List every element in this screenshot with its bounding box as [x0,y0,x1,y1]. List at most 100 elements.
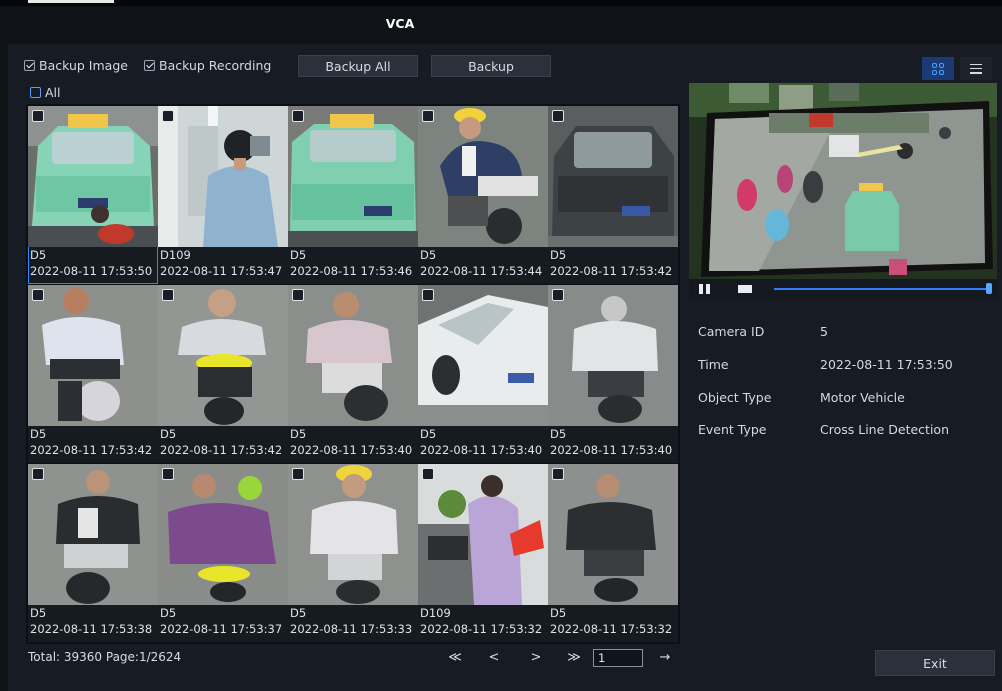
snapshot-image [418,464,548,605]
exit-button[interactable]: Exit [875,650,995,676]
last-page-button[interactable]: ≫ [562,648,586,668]
result-thumbnail[interactable]: D5 2022-08-11 17:53:50 [28,106,158,284]
player-controls [689,279,997,299]
prev-page-button[interactable]: < [484,648,504,668]
thumbnail-time: 2022-08-11 17:53:40 [550,443,673,457]
thumbnail-checkbox[interactable] [292,468,304,480]
backup-button[interactable]: Backup [431,55,551,77]
snapshot-image [158,285,288,426]
result-thumbnail[interactable]: D5 2022-08-11 17:53:37 [158,464,288,642]
result-thumbnail[interactable]: D5 2022-08-11 17:53:40 [418,285,548,463]
results-summary: Total: 39360 Page:1/2624 [28,650,182,664]
select-all-option[interactable]: All [30,85,61,100]
result-thumbnail[interactable]: D5 2022-08-11 17:53:42 [28,285,158,463]
thumbnail-time: 2022-08-11 17:53:32 [550,622,673,636]
thumbnail-camera: D5 [160,427,177,441]
thumbnail-checkbox[interactable] [162,110,174,122]
first-page-button[interactable]: ≪ [443,648,467,668]
result-thumbnail[interactable]: D5 2022-08-11 17:53:40 [548,285,678,463]
thumbnail-time: 2022-08-11 17:53:33 [290,622,413,636]
thumbnail-time: 2022-08-11 17:53:42 [160,443,283,457]
thumbnail-time: 2022-08-11 17:53:42 [550,264,673,278]
result-thumbnail[interactable]: D109 2022-08-11 17:53:47 [158,106,288,284]
thumbnail-checkbox[interactable] [422,110,434,122]
thumbnail-time: 2022-08-11 17:53:47 [160,264,283,278]
thumbnail-checkbox[interactable] [422,468,434,480]
thumbnail-checkbox[interactable] [552,468,564,480]
thumbnail-camera: D5 [290,606,307,620]
thumbnail-checkbox[interactable] [292,110,304,122]
list-view-icon [970,63,982,74]
result-thumbnail[interactable]: D5 2022-08-11 17:53:42 [548,106,678,284]
backup-image-checkbox[interactable] [24,60,35,71]
select-all-checkbox[interactable] [30,87,41,98]
thumbnail-time: 2022-08-11 17:53:50 [30,264,153,278]
results-grid: D5 2022-08-11 17:53:50 D109 2022-08-11 1… [26,104,680,644]
detail-value: Cross Line Detection [820,422,949,437]
result-thumbnail[interactable]: D5 2022-08-11 17:53:46 [288,106,418,284]
backup-all-button[interactable]: Backup All [298,55,418,77]
thumbnail-time: 2022-08-11 17:53:40 [420,443,543,457]
thumbnail-checkbox[interactable] [162,289,174,301]
page-number-input[interactable] [593,649,643,667]
detail-label: Time [698,357,729,372]
snapshot-image [28,464,158,605]
progress-handle[interactable] [986,283,992,294]
thumbnail-camera: D5 [550,248,567,262]
grid-view-button[interactable] [922,57,954,80]
detail-label: Object Type [698,390,772,405]
snapshot-image [288,106,418,247]
thumbnail-checkbox[interactable] [32,110,44,122]
result-thumbnail[interactable]: D109 2022-08-11 17:53:32 [418,464,548,642]
detail-label: Camera ID [698,324,765,339]
next-page-button[interactable]: > [526,648,546,668]
result-thumbnail[interactable]: D5 2022-08-11 17:53:40 [288,285,418,463]
backup-recording-option[interactable]: Backup Recording [144,58,271,73]
backup-recording-checkbox[interactable] [144,60,155,71]
snapshot-image [158,464,288,605]
thumbnail-checkbox[interactable] [552,110,564,122]
pause-icon[interactable] [699,284,711,294]
thumbnail-camera: D109 [160,248,191,262]
result-thumbnail[interactable]: D5 2022-08-11 17:53:38 [28,464,158,642]
snapshot-image [28,106,158,247]
select-all-label: All [45,85,61,100]
detail-value: 2022-08-11 17:53:50 [820,357,953,372]
playback-progress[interactable] [774,288,989,290]
detail-value: 5 [820,324,828,339]
thumbnail-camera: D5 [30,606,47,620]
result-thumbnail[interactable]: D5 2022-08-11 17:53:42 [158,285,288,463]
thumbnail-camera: D5 [290,248,307,262]
thumbnail-checkbox[interactable] [162,468,174,480]
thumbnail-checkbox[interactable] [552,289,564,301]
thumbnail-checkbox[interactable] [32,289,44,301]
thumbnail-time: 2022-08-11 17:53:38 [30,622,153,636]
playback-video[interactable] [689,83,997,279]
thumbnail-camera: D5 [160,606,177,620]
top-accent-bar [28,0,114,3]
thumbnail-checkbox[interactable] [422,289,434,301]
thumbnail-checkbox[interactable] [32,468,44,480]
stop-icon[interactable] [738,285,752,293]
result-thumbnail[interactable]: D5 2022-08-11 17:53:44 [418,106,548,284]
result-thumbnail[interactable]: D5 2022-08-11 17:53:33 [288,464,418,642]
snapshot-image [28,285,158,426]
go-page-button[interactable]: → [653,648,677,668]
thumbnail-checkbox[interactable] [292,289,304,301]
result-thumbnail[interactable]: D5 2022-08-11 17:53:32 [548,464,678,642]
thumbnail-camera: D5 [550,606,567,620]
snapshot-image [158,106,288,247]
thumbnail-time: 2022-08-11 17:53:40 [290,443,413,457]
detail-value: Motor Vehicle [820,390,905,405]
list-view-button[interactable] [960,57,992,80]
backup-image-label: Backup Image [39,58,128,73]
thumbnail-camera: D5 [30,248,47,262]
backup-image-option[interactable]: Backup Image [24,58,128,73]
window-title: VCA [385,16,415,31]
thumbnail-camera: D5 [550,427,567,441]
thumbnail-camera: D5 [420,248,437,262]
detail-label: Event Type [698,422,767,437]
grid-view-icon [932,62,944,75]
thumbnail-time: 2022-08-11 17:53:44 [420,264,543,278]
snapshot-image [288,285,418,426]
